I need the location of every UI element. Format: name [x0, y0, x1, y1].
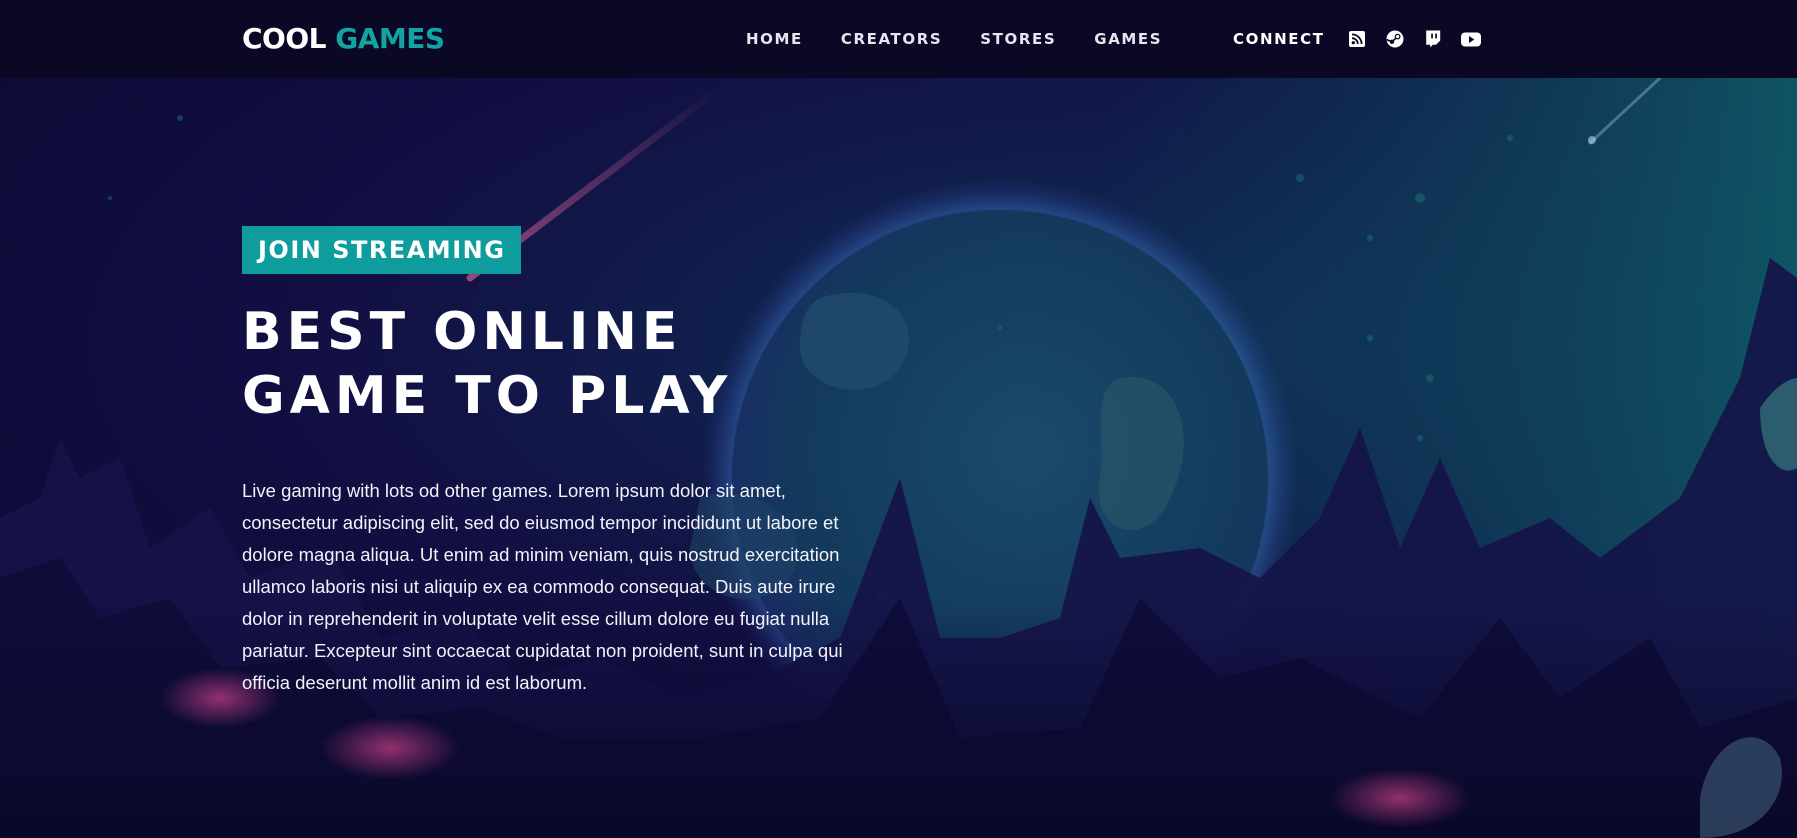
- hero-title-line1: BEST ONLINE: [242, 302, 683, 362]
- logo-word-cool: COOL: [242, 22, 327, 55]
- nav-home-link[interactable]: HOME: [746, 29, 803, 49]
- rss-icon[interactable]: [1347, 30, 1367, 48]
- hero-title: BEST ONLINE GAME TO PLAY: [242, 300, 732, 428]
- hero-section: JOIN STREAMING BEST ONLINE GAME TO PLAY …: [0, 78, 1797, 838]
- nav-creators-link[interactable]: CREATORS: [841, 29, 942, 49]
- space-landscape-illustration: [0, 78, 1797, 838]
- youtube-icon[interactable]: [1461, 30, 1481, 48]
- twitch-icon[interactable]: [1423, 30, 1443, 48]
- join-streaming-label: JOIN STREAMING: [258, 236, 506, 264]
- main-nav: HOME CREATORS STORES GAMES: [746, 29, 1162, 49]
- top-navbar: COOL GAMES HOME CREATORS STORES GAMES CO…: [0, 0, 1797, 78]
- join-streaming-badge[interactable]: JOIN STREAMING: [242, 226, 522, 274]
- site-logo[interactable]: COOL GAMES: [242, 22, 445, 56]
- connect-link[interactable]: CONNECT: [1233, 29, 1325, 49]
- hero-description: Live gaming with lots od other games. Lo…: [242, 480, 843, 693]
- steam-icon[interactable]: [1385, 30, 1405, 48]
- logo-word-games: GAMES: [335, 22, 445, 55]
- hero-title-line2: GAME TO PLAY: [242, 366, 733, 426]
- social-links: [1347, 30, 1481, 48]
- nav-games-link[interactable]: GAMES: [1094, 29, 1162, 49]
- nav-stores-link[interactable]: STORES: [980, 29, 1056, 49]
